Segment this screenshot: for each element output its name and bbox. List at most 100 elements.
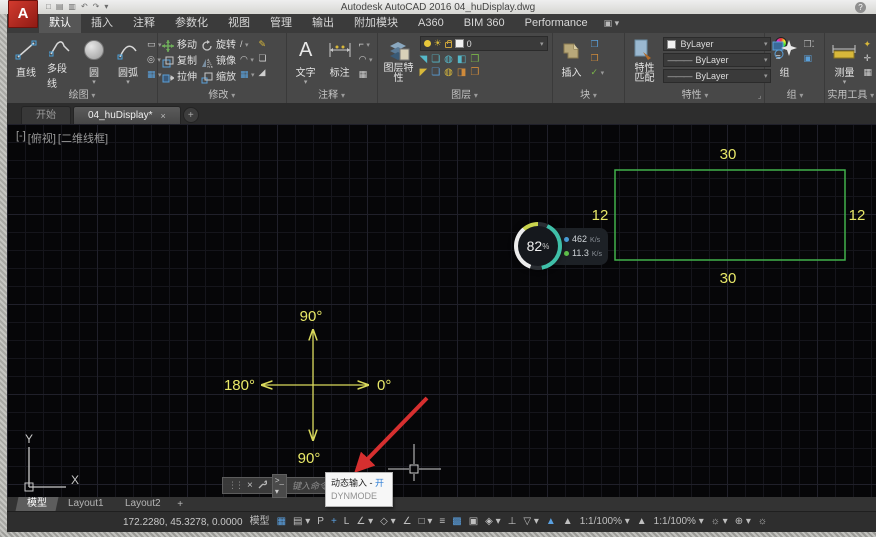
redo-icon[interactable]: ↷ bbox=[93, 0, 100, 14]
dimension-button[interactable]: 标注 bbox=[325, 36, 355, 89]
ribbon-tab-view[interactable]: 视图 bbox=[218, 14, 260, 33]
object-snap-icon[interactable]: □ ▾ bbox=[419, 513, 433, 531]
modify-panel-label[interactable]: 修改 ▾ bbox=[158, 90, 286, 102]
new-icon[interactable]: □ bbox=[46, 0, 51, 14]
autocad-logo[interactable]: A bbox=[8, 0, 38, 28]
close-tab-icon[interactable]: × bbox=[161, 107, 166, 125]
quick-select-icon[interactable]: ✦ bbox=[863, 39, 872, 50]
ungroup-icon[interactable]: ❒⁚ bbox=[803, 39, 814, 50]
erase-tool-icon[interactable]: ✎ bbox=[259, 39, 267, 50]
group-edit-icon[interactable]: ▣ bbox=[803, 53, 814, 64]
layers-panel-label[interactable]: 图层 ▾ bbox=[378, 90, 552, 102]
table-tool-icon[interactable]: ▦ bbox=[359, 69, 373, 80]
file-tab-start[interactable]: 开始 bbox=[21, 106, 71, 124]
ribbon-tab-annotate[interactable]: 注释 bbox=[123, 14, 165, 33]
leader-tool-icon[interactable]: ⌐ ▾ bbox=[359, 39, 373, 51]
ribbon-tab-parametric[interactable]: 参数化 bbox=[165, 14, 218, 33]
circle-dropdown-icon[interactable]: ▾ bbox=[92, 80, 96, 85]
linetype-dropdown[interactable]: ——— ByLayer ▾ bbox=[663, 53, 771, 67]
layer-match-icon[interactable]: ❐ bbox=[470, 54, 479, 65]
new-tab-icon[interactable]: + bbox=[183, 107, 199, 123]
layer-on-icon[interactable] bbox=[424, 40, 431, 47]
move-button[interactable]: 移动 bbox=[162, 38, 197, 53]
stretch-button[interactable]: 拉伸 bbox=[162, 70, 197, 85]
selection-filter-icon[interactable]: ▽ ▾ bbox=[523, 513, 539, 531]
measure-button[interactable]: 测量 ▾ bbox=[829, 36, 859, 89]
copy-button[interactable]: 复制 bbox=[162, 54, 197, 69]
circle-button[interactable]: 圆 ▾ bbox=[79, 36, 109, 89]
ribbon-tab-manage[interactable]: 管理 bbox=[260, 14, 302, 33]
group-panel-label[interactable]: 组 ▾ bbox=[765, 90, 824, 102]
line-button[interactable]: 直线 bbox=[11, 36, 41, 89]
lineweight-icon[interactable]: ≡ bbox=[439, 513, 445, 531]
command-input[interactable]: 键入命令 bbox=[292, 479, 328, 492]
annotate-panel-label[interactable]: 注释 ▾ bbox=[287, 90, 377, 102]
create-block-icon[interactable]: ❒ bbox=[591, 39, 605, 50]
new-layout-icon[interactable]: + bbox=[171, 499, 189, 510]
text-dropdown-icon[interactable]: ▾ bbox=[304, 80, 308, 85]
fillet-tool-icon[interactable]: ◠ ▾ bbox=[240, 54, 255, 66]
viewport-scale-button[interactable]: 1:1/100% ▾ bbox=[654, 513, 704, 531]
infer-constraints-icon[interactable]: P bbox=[317, 513, 324, 531]
layout-tab-model[interactable]: 模型 bbox=[16, 497, 59, 511]
group-button[interactable]: 组 bbox=[769, 36, 799, 89]
ucs-icon[interactable]: Y X bbox=[25, 432, 79, 491]
layer-unlock-icon[interactable]: ◍ bbox=[444, 67, 453, 78]
isolate-objects-icon[interactable]: ☼ bbox=[758, 513, 767, 531]
layout-tab-layout1[interactable]: Layout1 bbox=[57, 497, 116, 511]
open-icon[interactable]: ▤ bbox=[56, 0, 64, 14]
layer-freeze-icon[interactable]: ◍ bbox=[444, 54, 453, 65]
properties-dialog-launcher-icon[interactable]: ⌟ bbox=[758, 90, 762, 102]
selection-cycling-icon[interactable]: ▣ bbox=[469, 513, 478, 531]
block-attributes-icon[interactable]: ✓ ▾ bbox=[591, 67, 605, 79]
ribbon-tab-a360[interactable]: A360 bbox=[408, 14, 454, 33]
match-properties-button[interactable]: 特性匹配 bbox=[629, 36, 659, 89]
drawing-canvas[interactable]: [-] [俯视] [二维线框] 462K/s 11.3K/s 82% bbox=[7, 124, 876, 497]
layer-isolate-icon[interactable]: ❏ bbox=[431, 54, 440, 65]
lineweight-dropdown[interactable]: ——— ByLayer ▾ bbox=[663, 69, 771, 83]
ribbon-tab-addins[interactable]: 附加模块 bbox=[344, 14, 408, 33]
layer-sun-icon[interactable]: ☀ bbox=[434, 38, 442, 49]
array-tool-icon[interactable]: ▦ ▾ bbox=[240, 69, 255, 81]
quick-access-toolbar[interactable]: □ ▤ ▥ ↶ ↷ ▾ bbox=[46, 0, 108, 14]
mleader-tool-icon[interactable]: ◠ ▾ bbox=[359, 54, 373, 66]
object-snap-tracking-icon[interactable]: ∠ bbox=[403, 513, 412, 531]
grid-icon[interactable]: ▦ bbox=[277, 513, 286, 531]
model-space-button[interactable]: 模型 bbox=[250, 513, 270, 531]
draw-panel-label[interactable]: 绘图 ▾ bbox=[7, 90, 157, 102]
offset-tool-icon[interactable]: ◢ bbox=[259, 67, 267, 78]
trim-tool-icon[interactable]: / ▾ bbox=[240, 39, 255, 51]
isodraft-icon[interactable]: ◇ ▾ bbox=[380, 513, 396, 531]
dock-grip-icon[interactable]: ⋮⋮ bbox=[228, 480, 242, 491]
drawn-rectangle[interactable] bbox=[615, 170, 845, 260]
block-panel-label[interactable]: 块 ▾ bbox=[553, 90, 625, 102]
arc-dropdown-icon[interactable]: ▾ bbox=[126, 80, 130, 85]
transparency-icon[interactable]: ▩ bbox=[452, 513, 461, 531]
ribbon-display-toggle-icon[interactable]: ▣ ▾ bbox=[604, 14, 620, 33]
undo-icon[interactable]: ↶ bbox=[81, 0, 88, 14]
layer-properties-button[interactable]: 图层特性 bbox=[382, 36, 416, 89]
help-icon[interactable]: ? bbox=[855, 2, 866, 13]
annotation-visibility-icon[interactable]: ▲ bbox=[546, 513, 556, 531]
polyline-button[interactable]: 多段线 bbox=[45, 36, 75, 89]
dock-wrench-icon[interactable] bbox=[258, 480, 267, 491]
file-tab-document[interactable]: 04_huDisplay* × bbox=[73, 106, 181, 124]
annotation-scale-sync-icon[interactable]: ▲ bbox=[637, 513, 647, 531]
insert-button[interactable]: 插入 bbox=[557, 36, 587, 89]
explode-tool-icon[interactable]: ❏ bbox=[259, 53, 267, 64]
ribbon-tab-insert[interactable]: 插入 bbox=[81, 14, 123, 33]
qat-dropdown-icon[interactable]: ▾ bbox=[104, 0, 108, 14]
dynamic-input-icon[interactable]: + bbox=[331, 513, 337, 531]
ribbon-tab-home[interactable]: 默认 bbox=[39, 14, 81, 33]
layer-thaw-icon[interactable]: ❏ bbox=[431, 67, 440, 78]
edit-block-icon[interactable]: ❒ bbox=[591, 53, 605, 64]
layer-current-icon[interactable]: ◨ bbox=[457, 67, 466, 78]
layer-lock-icon[interactable] bbox=[445, 42, 452, 48]
ribbon-tab-output[interactable]: 输出 bbox=[302, 14, 344, 33]
properties-panel-label[interactable]: 特性 ▾ ⌟ bbox=[625, 90, 764, 102]
arc-button[interactable]: 圆弧 ▾ bbox=[113, 36, 143, 89]
command-line-dock[interactable]: ⋮⋮ × >_ ▾ 键入命令 bbox=[222, 477, 330, 494]
layer-prev-icon[interactable]: ❐ bbox=[470, 67, 479, 78]
text-button[interactable]: A 文字 ▾ bbox=[291, 36, 321, 89]
customization-icon[interactable]: ⊕ ▾ bbox=[735, 513, 751, 531]
